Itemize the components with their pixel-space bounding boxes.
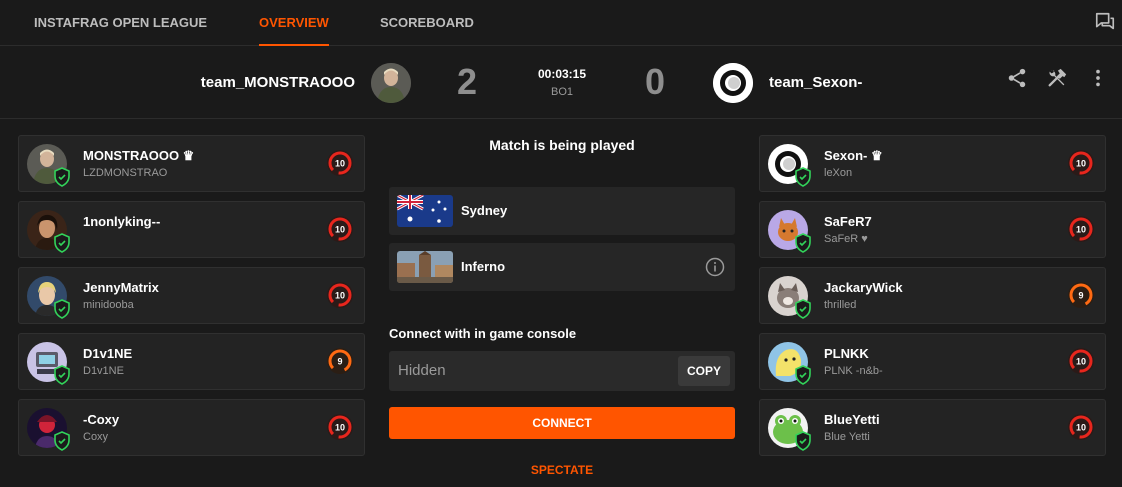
map-label: Inferno [461, 259, 506, 274]
share-icon[interactable] [1006, 67, 1028, 89]
player-card[interactable]: SaFeR7 SaFeR ♥ 10 [759, 201, 1106, 258]
tab-league[interactable]: INSTAFRAG OPEN LEAGUE [34, 0, 207, 46]
player-name: 1nonlyking-- [83, 214, 161, 229]
shield-icon [795, 233, 811, 253]
tab-overview[interactable]: OVERVIEW [259, 0, 329, 46]
shield-icon [795, 365, 811, 385]
match-header: team_MONSTRAOOO 2 00:03:15 BO1 0 team_Se… [0, 47, 1122, 119]
skill-level-icon: 10 [327, 216, 353, 242]
roster-team2: Sexon- ♛ leXon 10 SaFeR7 SaFeR ♥ 10 Jack… [759, 135, 1106, 465]
player-card[interactable]: -Coxy Coxy 10 [18, 399, 365, 456]
match-status: Match is being played [489, 137, 635, 153]
svg-text:10: 10 [335, 159, 345, 169]
svg-text:10: 10 [1076, 357, 1086, 367]
team1-logo[interactable] [371, 63, 411, 103]
player-card[interactable]: PLNKK PLNK -n&b- 10 [759, 333, 1106, 390]
console-field: Hidden COPY [389, 351, 735, 391]
map-row[interactable]: Inferno [389, 243, 735, 291]
server-location: Sydney [389, 187, 735, 235]
spectate-link[interactable]: SPECTATE [389, 463, 735, 477]
shield-icon [795, 431, 811, 451]
more-vertical-icon[interactable] [1087, 67, 1109, 89]
player-subname: leXon [824, 167, 853, 179]
tools-icon[interactable] [1046, 67, 1068, 89]
svg-text:10: 10 [1076, 159, 1086, 169]
svg-text:9: 9 [337, 357, 342, 367]
console-title: Connect with in game console [389, 326, 577, 341]
player-name: -Coxy [83, 412, 120, 427]
info-icon[interactable] [705, 257, 725, 277]
svg-text:10: 10 [1076, 423, 1086, 433]
skill-level-icon: 10 [1068, 414, 1094, 440]
player-name: JackaryWick [824, 280, 903, 295]
player-subname: SaFeR ♥ [824, 233, 868, 245]
shield-icon [795, 167, 811, 187]
player-subname: PLNK -n&b- [824, 365, 883, 377]
shield-icon [795, 299, 811, 319]
australia-flag-icon [397, 195, 453, 227]
svg-text:10: 10 [335, 291, 345, 301]
team1-score: 2 [457, 61, 478, 102]
shield-icon [54, 299, 70, 319]
skill-level-icon: 9 [327, 348, 353, 374]
player-subname: LZDMONSTRAO [83, 167, 168, 179]
location-label: Sydney [461, 203, 508, 218]
player-name: PLNKK [824, 346, 869, 361]
skill-level-icon: 9 [1068, 282, 1094, 308]
shield-icon [54, 167, 70, 187]
console-value: Hidden [398, 362, 446, 379]
player-subname: Blue Yetti [824, 431, 870, 443]
team1-name[interactable]: team_MONSTRAOOO [201, 47, 355, 119]
player-name: D1v1NE [83, 346, 133, 361]
tab-scoreboard[interactable]: SCOREBOARD [380, 0, 474, 46]
skill-level-icon: 10 [327, 414, 353, 440]
player-card[interactable]: JackaryWick thrilled 9 [759, 267, 1106, 324]
player-subname: Coxy [83, 431, 109, 443]
match-format: BO1 [550, 86, 573, 98]
player-card[interactable]: BlueYetti Blue Yetti 10 [759, 399, 1106, 456]
player-card[interactable]: Sexon- ♛ leXon 10 [759, 135, 1106, 192]
crown-icon: ♛ [867, 148, 883, 163]
player-name: Sexon- ♛ [824, 148, 883, 163]
team2-logo[interactable] [713, 63, 753, 103]
player-card[interactable]: JennyMatrix minidooba 10 [18, 267, 365, 324]
player-name: JennyMatrix [83, 280, 159, 295]
svg-text:10: 10 [335, 225, 345, 235]
player-subname: D1v1NE [83, 365, 124, 377]
player-name: MONSTRAOOO ♛ [83, 148, 195, 163]
team2-name[interactable]: team_Sexon- [769, 47, 862, 119]
shield-icon [54, 431, 70, 451]
skill-level-icon: 10 [1068, 348, 1094, 374]
shield-icon [54, 233, 70, 253]
map-thumbnail [397, 251, 453, 283]
shield-icon [54, 365, 70, 385]
player-subname: thrilled [824, 299, 857, 311]
skill-level-icon: 10 [327, 282, 353, 308]
top-nav: INSTAFRAG OPEN LEAGUE OVERVIEW SCOREBOAR… [0, 0, 1122, 46]
svg-text:9: 9 [1078, 291, 1083, 301]
svg-text:10: 10 [1076, 225, 1086, 235]
player-name: BlueYetti [824, 412, 880, 427]
team2-score: 0 [645, 61, 666, 102]
connect-button[interactable]: CONNECT [389, 407, 735, 439]
match-timer: 00:03:15 [537, 67, 587, 81]
player-name: SaFeR7 [824, 214, 872, 229]
svg-text:10: 10 [335, 423, 345, 433]
skill-level-icon: 10 [1068, 216, 1094, 242]
skill-level-icon: 10 [1068, 150, 1094, 176]
copy-button[interactable]: COPY [678, 356, 730, 386]
skill-level-icon: 10 [327, 150, 353, 176]
crown-icon: ♛ [179, 148, 195, 163]
player-card[interactable]: D1v1NE D1v1NE 9 [18, 333, 365, 390]
chat-icon[interactable] [1094, 11, 1116, 33]
roster-team1: MONSTRAOOO ♛ LZDMONSTRAO 10 1nonlyking--… [18, 135, 365, 465]
player-subname: minidooba [83, 299, 134, 311]
player-card[interactable]: 1nonlyking-- 10 [18, 201, 365, 258]
player-card[interactable]: MONSTRAOOO ♛ LZDMONSTRAO 10 [18, 135, 365, 192]
